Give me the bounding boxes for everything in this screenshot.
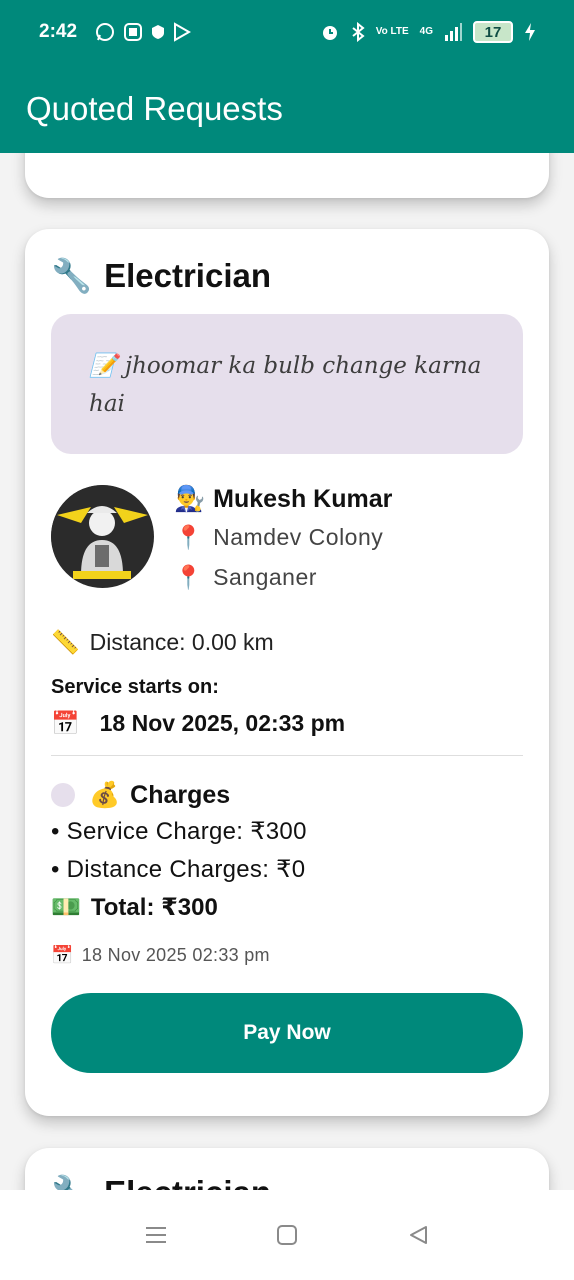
wrench-icon: 🔧 <box>51 256 93 295</box>
app-notification-icon <box>124 23 143 41</box>
charges-title: Charges <box>130 780 231 809</box>
charges-header: 💰 Charges <box>51 778 523 812</box>
request-card: 🔧 Electrician <box>25 1148 549 1190</box>
distance-charge: • Distance Charges: ₹0 <box>51 855 306 883</box>
request-card: 🔧 Electrician 📝 jhoomar ka bulb change k… <box>25 229 549 1116</box>
provider-location: 📍 Namdev Colony <box>174 523 384 551</box>
network-type: 4G <box>419 26 433 37</box>
wrench-icon: 🔧 <box>51 1173 92 1190</box>
request-list[interactable]: 🔧 Electrician 📝 jhoomar ka bulb change k… <box>0 153 574 1190</box>
whatsapp-icon <box>96 23 115 41</box>
service-title: 🔧 Electrician <box>51 255 523 297</box>
home-square-icon <box>276 1225 297 1245</box>
service-name: Electrician <box>104 257 272 294</box>
charging-icon <box>525 23 535 41</box>
request-description: 📝 jhoomar ka bulb change karna hai <box>51 314 523 454</box>
banknote-icon: 💵 <box>51 893 81 921</box>
ruler-icon: 📏 <box>51 629 80 656</box>
bluetooth-icon <box>352 22 365 42</box>
location-pin-icon: 📍 <box>174 524 204 551</box>
menu-icon <box>145 1227 166 1243</box>
app-bar: Quoted Requests <box>0 64 574 153</box>
back-nav-button[interactable] <box>398 1215 438 1255</box>
service-name: Electrician <box>104 1174 271 1190</box>
service-start-label: Service starts on: <box>51 676 219 698</box>
vpn-icon <box>152 25 165 39</box>
location-pin-icon: 📍 <box>174 564 204 591</box>
service-start-date: 📅 18 Nov 2025, 02:33 pm <box>51 709 346 737</box>
status-time: 2:42 <box>39 21 78 42</box>
notification-icons <box>95 22 192 42</box>
signal-icon <box>445 23 462 41</box>
page-title: Quoted Requests <box>26 89 283 127</box>
distance-row: 📏 Distance: 0.00 km <box>51 626 523 658</box>
service-title: 🔧 Electrician <box>51 1172 523 1190</box>
system-icons: Vo LTE 4G 17 <box>320 21 536 43</box>
created-date: 📅 18 Nov 2025 02:33 pm <box>51 944 270 966</box>
service-charge: • Service Charge: ₹300 <box>51 817 307 845</box>
distance-text: Distance: 0.00 km <box>89 628 274 655</box>
play-store-icon <box>174 22 192 42</box>
provider-info: 👨‍🔧 Mukesh Kumar 📍 Namdev Colony 📍 Sanga… <box>51 482 523 596</box>
volte-indicator: Vo LTE <box>375 26 409 37</box>
money-bag-icon: 💰 <box>89 780 121 809</box>
alarm-icon <box>322 26 337 40</box>
system-nav-bar <box>0 1190 574 1280</box>
request-card <box>25 153 549 198</box>
pay-now-button[interactable]: Pay Now <box>51 993 523 1073</box>
status-bar: 2:42 Vo LTE 4G 17 <box>0 0 574 64</box>
battery-level: 17 <box>473 21 513 43</box>
calendar-icon: 📅 <box>51 944 74 966</box>
memo-icon: 📝 <box>89 353 118 379</box>
provider-name: 👨‍🔧 Mukesh Kumar <box>174 484 393 513</box>
menu-nav-button[interactable] <box>136 1215 176 1255</box>
mechanic-icon: 👨‍🔧 <box>174 484 206 513</box>
electrician-logo <box>51 485 153 587</box>
description-text: jhoomar ka bulb change karna hai <box>89 353 482 417</box>
total-charge: 💵 Total: ₹300 <box>51 893 218 921</box>
divider <box>51 755 523 756</box>
provider-avatar <box>51 485 154 588</box>
back-triangle-icon <box>410 1226 428 1244</box>
home-nav-button[interactable] <box>267 1215 307 1255</box>
provider-location: 📍 Sanganer <box>174 563 317 591</box>
calendar-icon: 📅 <box>51 710 80 737</box>
select-radio[interactable] <box>51 783 75 807</box>
